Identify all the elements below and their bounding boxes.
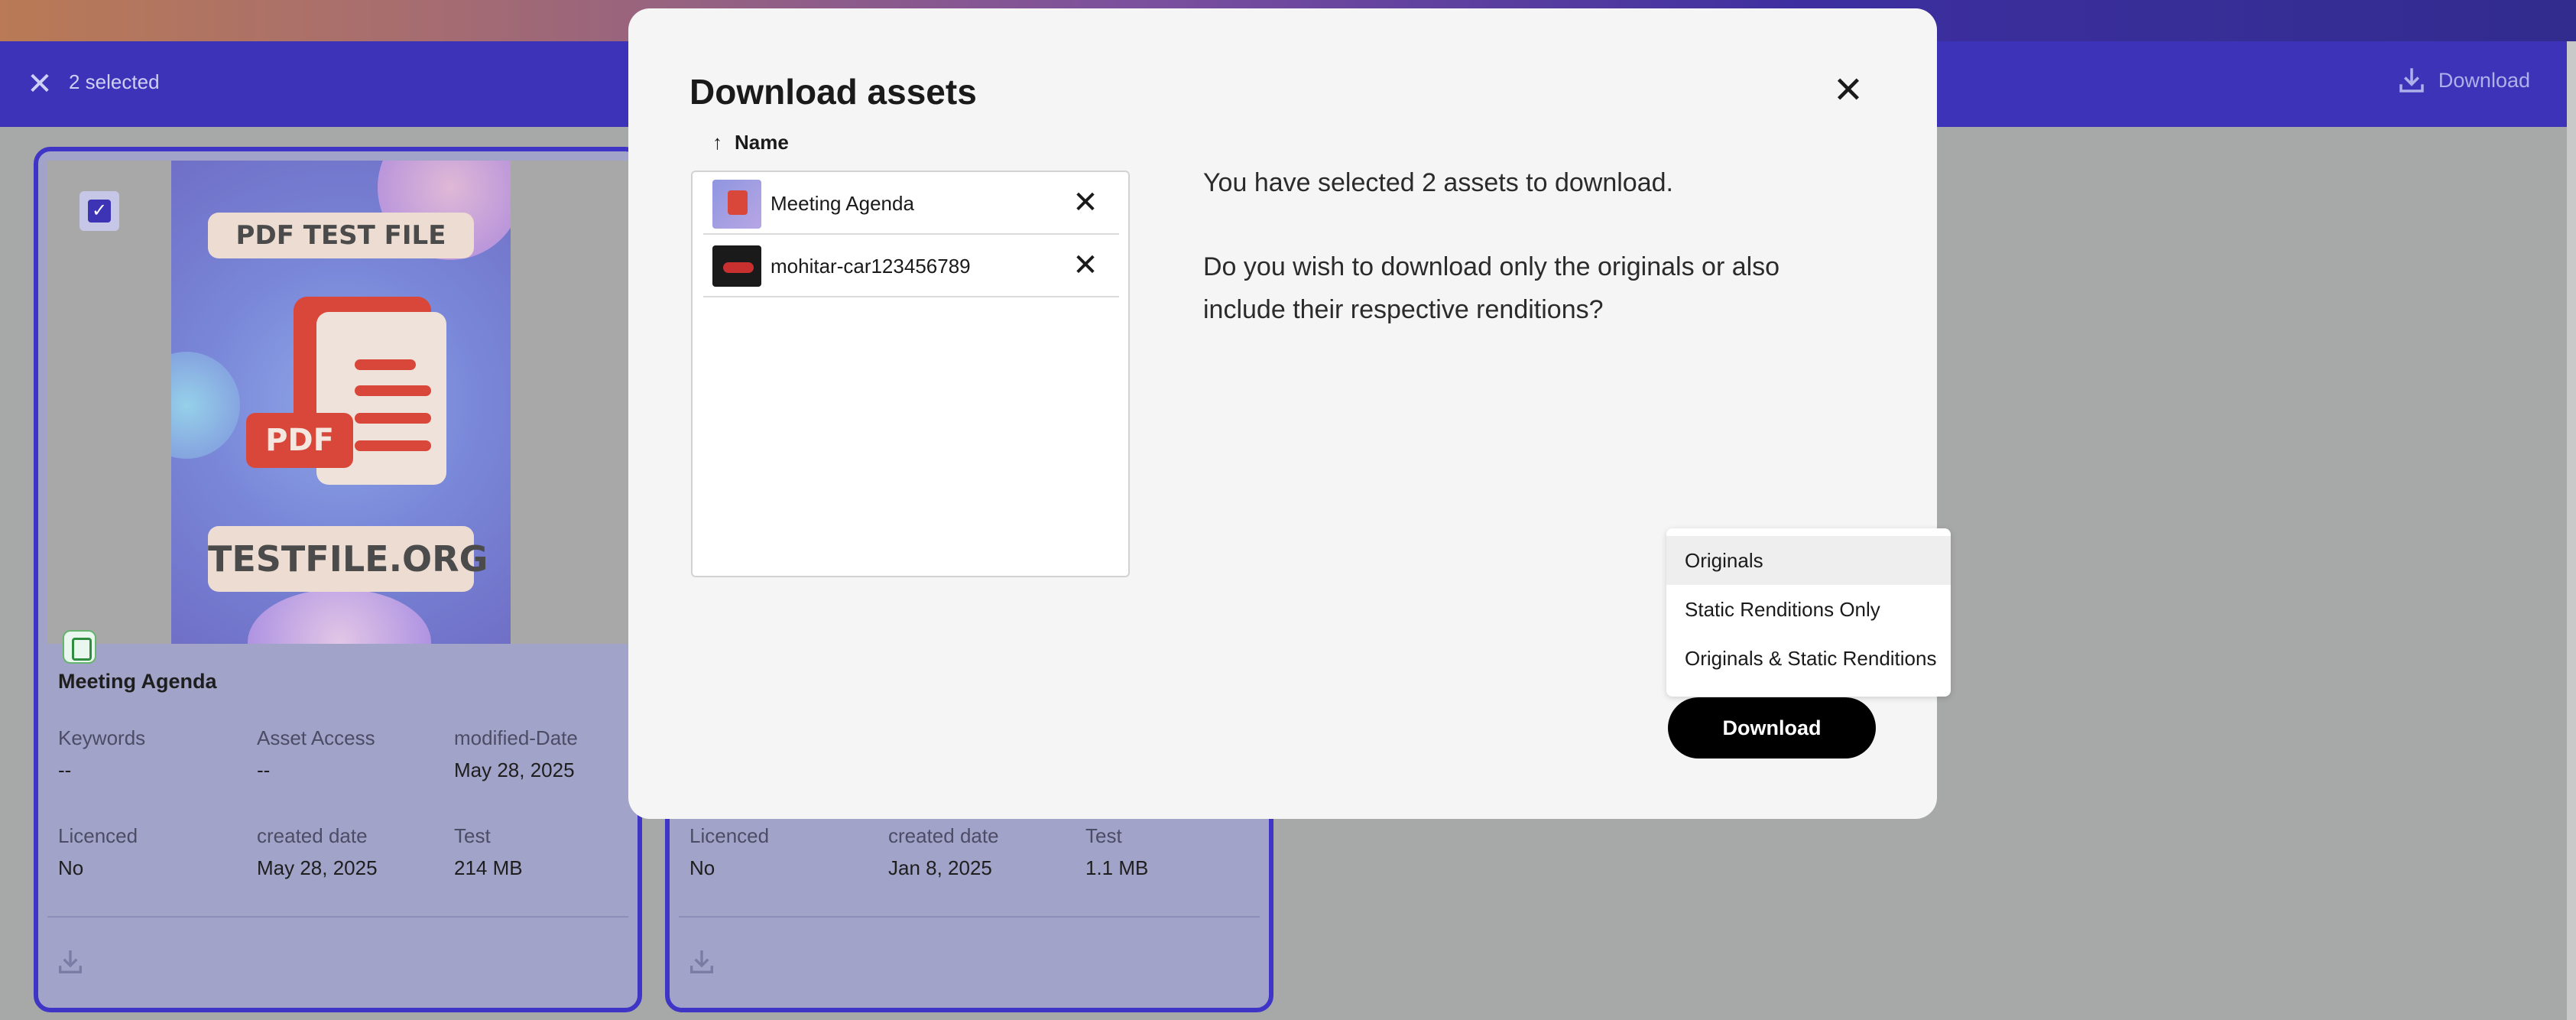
meta-label: Keywords [58,726,146,749]
meta-value: Jan 8, 2025 [888,856,992,879]
dialog-question: Do you wish to download only the origina… [1203,252,1780,281]
meta-value: No [58,856,84,879]
list-item: mohitar-car123456789 ✕ [703,235,1119,297]
menu-item-originals-and-renditions[interactable]: Originals & Static Renditions [1666,634,1951,683]
menu-item-originals[interactable]: Originals [1666,536,1951,585]
name-column-header[interactable]: ↑ Name [712,131,789,154]
poster-title: PDF TEST FILE [208,213,474,258]
arrow-up-icon: ↑ [712,131,722,154]
menu-item-static-renditions[interactable]: Static Renditions Only [1666,585,1951,634]
selection-download-label: Download [2438,68,2530,92]
asset-thumbnail: PDF TEST FILE PDF TESTFILE.ORG [47,161,628,644]
meta-label: modified-Date [454,726,578,749]
meta-value: May 28, 2025 [454,759,575,781]
download-option-menu: Originals Static Renditions Only Origina… [1666,528,1951,697]
meta-value: -- [257,759,271,781]
dialog-title: Download assets [689,72,977,112]
meta-value: May 28, 2025 [257,856,378,879]
file-type-icon [63,630,96,664]
asset-card[interactable]: PDF TEST FILE PDF TESTFILE.ORG ✓ Meeting… [34,147,642,1012]
meta-value: 214 MB [454,856,523,879]
poster-pdf-tag: PDF [246,413,353,468]
card-divider [47,916,628,918]
dialog-question-cont: include their respective renditions? [1203,295,1604,324]
remove-icon[interactable]: ✕ [1069,249,1102,282]
download-button[interactable]: Download [1668,697,1876,759]
asset-thumbnail [712,245,761,287]
dialog-message: You have selected 2 assets to download. [1203,168,1673,197]
meta-label: created date [257,824,368,847]
list-item: Meeting Agenda ✕ [703,172,1119,235]
remove-icon[interactable]: ✕ [1069,186,1102,219]
selected-count: 2 selected [69,70,160,93]
asset-list: Meeting Agenda ✕ mohitar-car123456789 ✕ [691,171,1130,577]
selection-download-button[interactable]: Download [2396,64,2530,96]
asset-name: mohitar-car123456789 [771,255,971,278]
download-icon[interactable] [55,947,86,977]
asset-thumbnail [712,180,761,229]
meta-label: Test [1085,824,1122,847]
meta-value: 1.1 MB [1085,856,1149,879]
asset-name: Meeting Agenda [771,192,914,215]
checkmark-icon: ✓ [88,200,111,223]
poster-footer: TESTFILE.ORG [208,526,488,592]
column-header-label: Name [735,131,789,154]
page-scrollbar[interactable] [2567,41,2576,1020]
select-checkbox[interactable]: ✓ [79,191,119,231]
meta-value: No [689,856,715,879]
close-icon[interactable]: ✕ [24,69,55,99]
download-icon[interactable] [686,947,717,977]
meta-value: -- [58,759,72,781]
meta-label: created date [888,824,999,847]
asset-title: Meeting Agenda [58,670,217,693]
meta-label: Asset Access [257,726,375,749]
meta-label: Licenced [689,824,770,847]
meta-label: Test [454,824,491,847]
card-divider [679,916,1260,918]
download-icon [2399,68,2424,93]
meta-label: Licenced [58,824,138,847]
pdf-poster-image: PDF TEST FILE PDF TESTFILE.ORG [171,161,511,644]
close-icon[interactable]: ✕ [1831,73,1865,109]
